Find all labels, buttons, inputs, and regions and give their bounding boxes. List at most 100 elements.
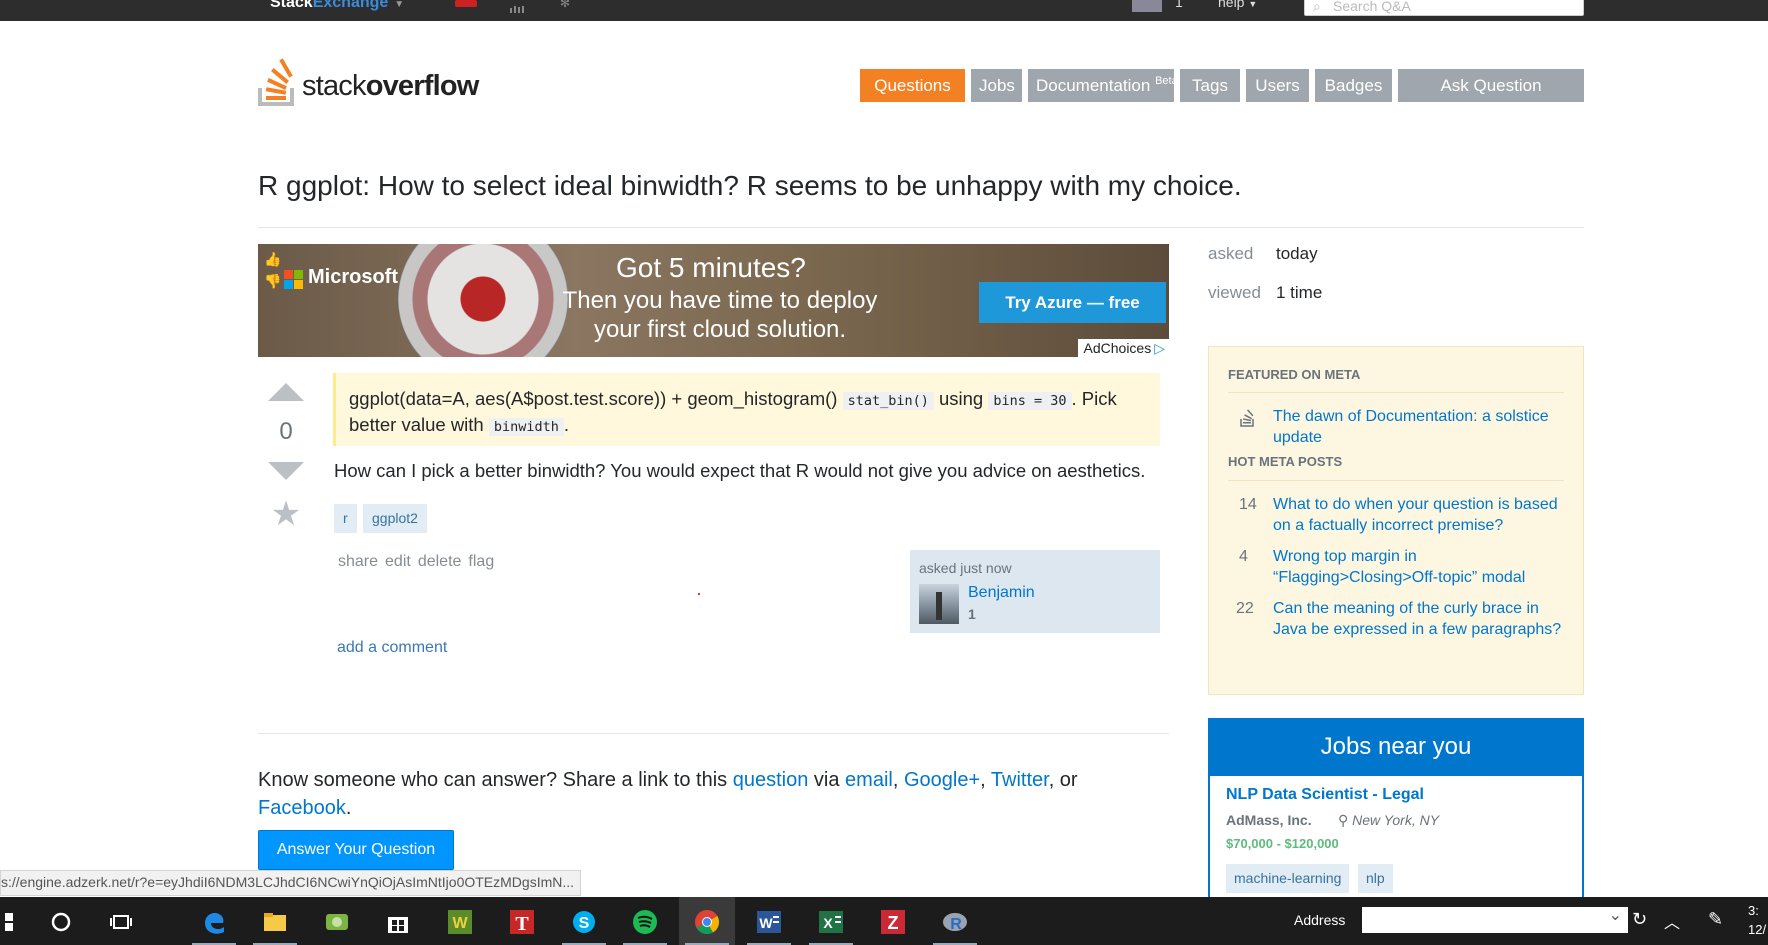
search-input[interactable]: ⌕ Search Q&A — [1304, 0, 1584, 16]
nav-jobs[interactable]: Jobs — [971, 69, 1022, 102]
jobs-heading: Jobs near you — [1210, 720, 1582, 776]
quote-code-1: stat_bin() — [842, 392, 934, 410]
share-facebook-link[interactable]: Facebook — [258, 797, 346, 819]
r-app[interactable]: R — [927, 897, 983, 945]
search-icon: ⌕ — [1313, 0, 1321, 14]
r-icon: R — [943, 913, 967, 933]
browser-status-url: s://engine.adzerk.net/r?e=eyJhdiI6NDM3LC… — [0, 870, 582, 896]
add-comment-link[interactable]: add a comment — [337, 639, 447, 657]
clock-date[interactable]: 12/ — [1748, 922, 1766, 937]
nav-documentation-label: Documentation — [1036, 76, 1151, 95]
nav-questions[interactable]: Questions — [860, 69, 965, 102]
adchoices-link[interactable]: AdChoices ▷ — [1077, 339, 1169, 357]
question-title[interactable]: R ggplot: How to select ideal binwidth? … — [258, 170, 1242, 202]
store-app[interactable] — [370, 897, 426, 945]
address-toolbar-input[interactable] — [1362, 905, 1628, 933]
delete-link[interactable]: delete — [418, 553, 462, 570]
clock-time[interactable]: 3: — [1748, 903, 1759, 918]
share-period: . — [345, 797, 352, 819]
ad-banner[interactable]: 👍 👎 Microsoft Got 5 minutes? Then you hav… — [258, 244, 1169, 357]
skype-app[interactable]: S — [556, 897, 612, 945]
excel-app[interactable]: X — [803, 897, 859, 945]
pen-icon[interactable]: ✎ — [1708, 909, 1723, 930]
adchoices-icon: ▷ — [1154, 340, 1165, 356]
spotify-app[interactable] — [617, 897, 673, 945]
adchoices-label: AdChoices — [1083, 340, 1152, 356]
hot-heading: HOT META POSTS — [1228, 454, 1343, 469]
stackexchange-topbar: StackExchange ▼ ✻ 1 help ▼ ⌕ Search Q&A — [0, 0, 1768, 21]
svg-text:S: S — [579, 915, 590, 932]
photos-icon — [326, 914, 348, 930]
share-google-link[interactable]: Google+ — [904, 769, 980, 791]
games-app[interactable]: W — [432, 897, 488, 945]
achievements-icon[interactable] — [510, 0, 526, 13]
job-tag[interactable]: nlp — [1358, 864, 1393, 893]
flag-link[interactable]: flag — [468, 553, 494, 570]
owner-name-link[interactable]: Benjamin — [968, 584, 1035, 602]
cursor-dot — [698, 593, 700, 595]
start-button[interactable] — [0, 897, 36, 945]
nav-ask-question[interactable]: Ask Question — [1398, 69, 1584, 102]
hot-link[interactable]: What to do when your question is based o… — [1273, 494, 1568, 536]
job-tag[interactable]: machine-learning — [1226, 864, 1350, 893]
vote-up-button[interactable] — [268, 383, 304, 401]
t-app[interactable]: T — [494, 897, 550, 945]
location-pin-icon: ⚲ — [1338, 812, 1349, 828]
edge-icon — [205, 913, 224, 934]
logo-wordmark: stackoverflow — [302, 70, 479, 103]
share-question-link[interactable]: question — [733, 769, 809, 791]
stackexchange-menu[interactable]: StackExchange ▼ — [270, 0, 404, 12]
inbox-icon[interactable] — [455, 0, 477, 7]
chrome-app[interactable] — [679, 897, 735, 945]
tag-ggplot2[interactable]: ggplot2 — [363, 504, 427, 533]
file-explorer-app[interactable] — [247, 897, 303, 945]
word-icon: W — [757, 911, 781, 933]
help-menu[interactable]: help ▼ — [1218, 0, 1257, 10]
favorite-star-icon[interactable]: ★ — [268, 494, 304, 534]
brand-exchange: Exchange — [312, 0, 389, 11]
zotero-app[interactable]: Z — [865, 897, 921, 945]
quote-code-2: bins = 30 — [988, 392, 1072, 410]
word-app[interactable]: W — [741, 897, 797, 945]
windows-taskbar: W T S W X Z R Address ↻ ︿ ✎ 3: 12/ — [0, 897, 1768, 945]
share-twitter-link[interactable]: Twitter — [991, 769, 1049, 791]
nav-tags[interactable]: Tags — [1180, 69, 1240, 102]
share-comma: , — [892, 769, 904, 791]
share-link[interactable]: share — [338, 553, 378, 570]
vote-down-button[interactable] — [268, 462, 304, 480]
cortana-button[interactable] — [33, 897, 89, 945]
hot-link[interactable]: Wrong top margin in “Flagging>Closing>Of… — [1273, 546, 1568, 588]
ad-cta-button[interactable]: Try Azure — free — [979, 282, 1166, 323]
job-company: AdMass, Inc. — [1226, 812, 1312, 828]
asked-value: today — [1276, 244, 1318, 263]
review-icon[interactable]: ✻ — [560, 0, 574, 10]
nav-users[interactable]: Users — [1246, 69, 1309, 102]
quote-text-4: . — [563, 414, 570, 435]
task-view-button[interactable] — [93, 897, 149, 945]
stackoverflow-logo[interactable]: stackoverflow — [258, 58, 498, 108]
answer-question-button[interactable]: Answer Your Question — [258, 830, 454, 870]
edge-app[interactable] — [186, 897, 242, 945]
tag-r[interactable]: r — [334, 504, 357, 533]
chevron-down-icon: ▼ — [394, 0, 405, 10]
t-app-icon: T — [510, 910, 534, 935]
share-email-link[interactable]: email — [845, 769, 893, 791]
asked-time: asked just now — [919, 560, 1012, 576]
photos-app[interactable] — [309, 897, 365, 945]
nav-badges[interactable]: Badges — [1315, 69, 1392, 102]
asked-info: asked today — [1208, 244, 1318, 264]
nav-documentation[interactable]: Documentation Beta — [1028, 69, 1178, 102]
help-label: help — [1218, 0, 1245, 10]
ad-feedback-icons[interactable]: 👍 👎 — [264, 248, 281, 292]
task-view-icon — [110, 915, 132, 929]
tray-expand-icon[interactable]: ︿ — [1664, 909, 1680, 933]
edit-link[interactable]: edit — [385, 553, 411, 570]
question-body: How can I pick a better binwidth? You wo… — [334, 460, 1146, 481]
hot-link[interactable]: Can the meaning of the curly brace in Ja… — [1273, 598, 1568, 640]
refresh-icon[interactable]: ↻ — [1632, 909, 1647, 930]
address-toolbar-label: Address — [1294, 912, 1346, 928]
job-title-link[interactable]: NLP Data Scientist - Legal — [1226, 786, 1424, 804]
owner-avatar[interactable] — [919, 584, 959, 624]
viewed-value: 1 time — [1276, 283, 1323, 302]
user-avatar-small[interactable] — [1132, 0, 1162, 12]
